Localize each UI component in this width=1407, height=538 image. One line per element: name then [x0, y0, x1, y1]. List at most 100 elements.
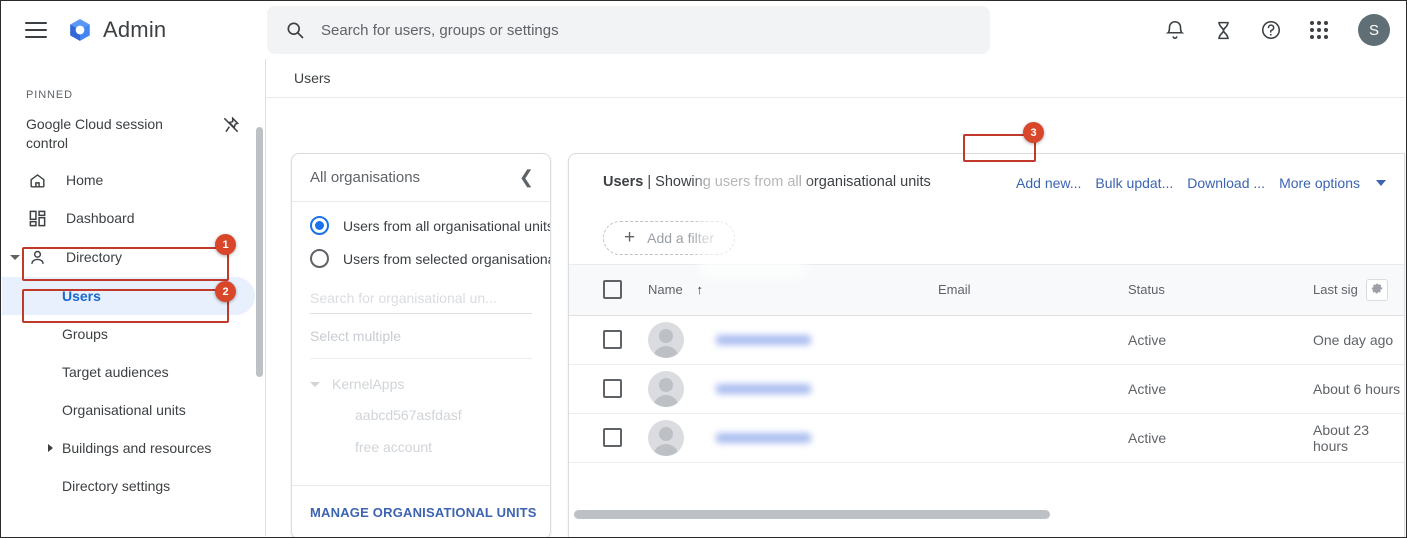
row-email-cell	[937, 413, 1127, 463]
sidebar-scrollbar[interactable]	[256, 127, 263, 377]
select-all-checkbox[interactable]	[603, 280, 622, 300]
brand[interactable]: Admin	[67, 17, 166, 43]
table-row[interactable]: Active About 23 hours	[569, 413, 1404, 463]
unpin-icon[interactable]	[221, 115, 241, 135]
hamburger-icon[interactable]	[25, 22, 47, 38]
sidebar-item-groups[interactable]: Groups	[2, 315, 265, 353]
search-bar[interactable]: Search for users, groups or settings	[267, 6, 990, 54]
brand-label: Admin	[103, 17, 167, 42]
chevron-down-icon[interactable]	[1376, 179, 1386, 186]
hourglass-icon[interactable]	[1210, 17, 1236, 43]
sidebar-item-directory-settings[interactable]: Directory settings	[2, 467, 265, 505]
sidebar-item-dashboard[interactable]: Dashboard	[2, 199, 265, 237]
table-footer: Rows per page: 50 |< Page 1 of 1 < >	[569, 521, 1404, 537]
add-new-link[interactable]: Add new...	[1016, 175, 1081, 191]
org-tree-label: free account	[355, 439, 433, 455]
avatar[interactable]: S	[1358, 14, 1390, 46]
sidebar-item-organisational-units[interactable]: Organisational units	[2, 391, 265, 429]
top-bar-icons: S	[1162, 1, 1390, 59]
person-icon	[26, 248, 48, 267]
org-tree-label: aabcd567asfdasf	[355, 407, 462, 423]
bulk-update-link[interactable]: Bulk updat...	[1095, 175, 1173, 191]
status-badge: Active	[1128, 429, 1167, 446]
org-search-input[interactable]: Search for organisational un...	[310, 290, 532, 314]
sidebar-item-label: Buildings and resources	[62, 440, 212, 456]
sort-ascending-icon[interactable]: ↑	[696, 282, 703, 297]
users-panel-title-prefix: Users	[603, 174, 644, 190]
row-status-cell: Active	[1127, 413, 1312, 463]
users-panel-actions: Add new... Bulk updat... Download ... Mo…	[1016, 175, 1386, 191]
row-last-signin-cell: About 6 hours	[1312, 364, 1404, 414]
radio-all-org-units[interactable]: Users from all organisational units	[292, 202, 550, 235]
app-window: Admin Search for users, groups or settin…	[0, 0, 1407, 538]
radio-selected-org-units[interactable]: Users from selected organisational units	[292, 235, 550, 268]
row-name-cell[interactable]	[647, 315, 937, 365]
sidebar-item-label: Users	[62, 288, 101, 304]
last-signin-value: One day ago	[1313, 331, 1394, 348]
radio-icon[interactable]	[310, 216, 329, 235]
manage-org-units-link[interactable]: MANAGE ORGANISATIONAL UNITS	[310, 505, 537, 520]
help-icon[interactable]	[1258, 17, 1284, 43]
row-checkbox[interactable]	[603, 330, 622, 349]
annotation-badge-2: 2	[215, 281, 236, 302]
users-panel-title-separator: |	[647, 174, 652, 190]
row-name-cell[interactable]	[647, 364, 937, 414]
sidebar-item-home[interactable]: Home	[2, 161, 265, 199]
add-filter-button[interactable]: + Add a filter	[603, 220, 736, 255]
table-header-row: Name ↑ Email Status Last sig	[569, 265, 1404, 316]
more-options-link[interactable]: More options	[1279, 175, 1360, 191]
filter-bar: + Add a filter	[569, 211, 1404, 265]
user-avatar-icon	[648, 419, 684, 456]
avatar-initial: S	[1368, 21, 1379, 39]
sidebar-item-target-audiences[interactable]: Target audiences	[2, 353, 265, 391]
column-header-status[interactable]: Status	[1127, 265, 1312, 316]
add-filter-label: Add a filter	[647, 229, 715, 246]
search-input[interactable]: Search for users, groups or settings	[321, 22, 559, 39]
sidebar-item-google-cloud-session-control[interactable]: Google Cloud session control	[2, 101, 265, 161]
column-header-last-signin[interactable]: Last sig	[1312, 265, 1404, 316]
home-icon	[26, 171, 48, 190]
main-content: Users All organisations ❮ Users from all…	[265, 59, 1405, 537]
chevron-right-icon[interactable]	[48, 444, 53, 452]
annotation-number: 3	[1030, 126, 1037, 139]
row-checkbox[interactable]	[603, 428, 622, 447]
search-icon	[287, 22, 304, 39]
org-tree-root[interactable]: KernelApps	[292, 369, 550, 399]
row-select-cell	[569, 364, 647, 414]
column-label: Name	[648, 282, 683, 298]
annotation-number: 1	[222, 238, 229, 251]
annotation-number: 2	[222, 285, 229, 298]
row-checkbox[interactable]	[603, 379, 622, 398]
user-name-redacted	[716, 334, 811, 345]
org-tree-item[interactable]: aabcd567asfdasf	[292, 399, 550, 431]
row-email-cell	[937, 315, 1127, 365]
sidebar-item-label: Target audiences	[62, 364, 169, 380]
apps-grid-icon[interactable]	[1306, 17, 1332, 43]
table-row[interactable]: Active About 6 hours	[569, 364, 1404, 414]
chevron-down-icon[interactable]	[310, 381, 320, 387]
sidebar-item-label: Groups	[62, 326, 108, 342]
column-header-email[interactable]: Email	[937, 265, 1127, 316]
sidebar-item-buildings-and-resources[interactable]: Buildings and resources	[2, 429, 265, 467]
org-tree-item[interactable]: free account	[292, 431, 550, 463]
column-header-name[interactable]: Name ↑	[647, 265, 937, 316]
admin-logo-icon	[70, 19, 90, 41]
sidebar-item-label: Home	[66, 172, 104, 188]
chevron-down-icon[interactable]	[10, 254, 20, 260]
select-multiple-label: Select multiple	[310, 328, 402, 344]
select-multiple-link[interactable]: Select multiple	[310, 328, 550, 344]
download-link[interactable]: Download ...	[1187, 175, 1265, 191]
table-horizontal-scrollbar[interactable]	[574, 510, 1050, 519]
sidebar-section-label: PINNED	[26, 89, 73, 101]
radio-icon[interactable]	[310, 249, 329, 268]
row-name-cell[interactable]	[647, 413, 937, 463]
column-settings-icon[interactable]	[1366, 279, 1388, 301]
top-bar: Admin Search for users, groups or settin…	[1, 1, 1406, 59]
row-last-signin-cell: About 23 hours	[1312, 413, 1404, 463]
row-email-cell	[937, 364, 1127, 414]
users-table-body: Active One day ago Active About 6 hours …	[569, 315, 1404, 463]
table-row[interactable]: Active One day ago	[569, 315, 1404, 365]
chevron-left-icon[interactable]: ❮	[519, 167, 534, 188]
bell-icon[interactable]	[1162, 17, 1188, 43]
organisations-panel: All organisations ❮ Users from all organ…	[291, 153, 551, 537]
